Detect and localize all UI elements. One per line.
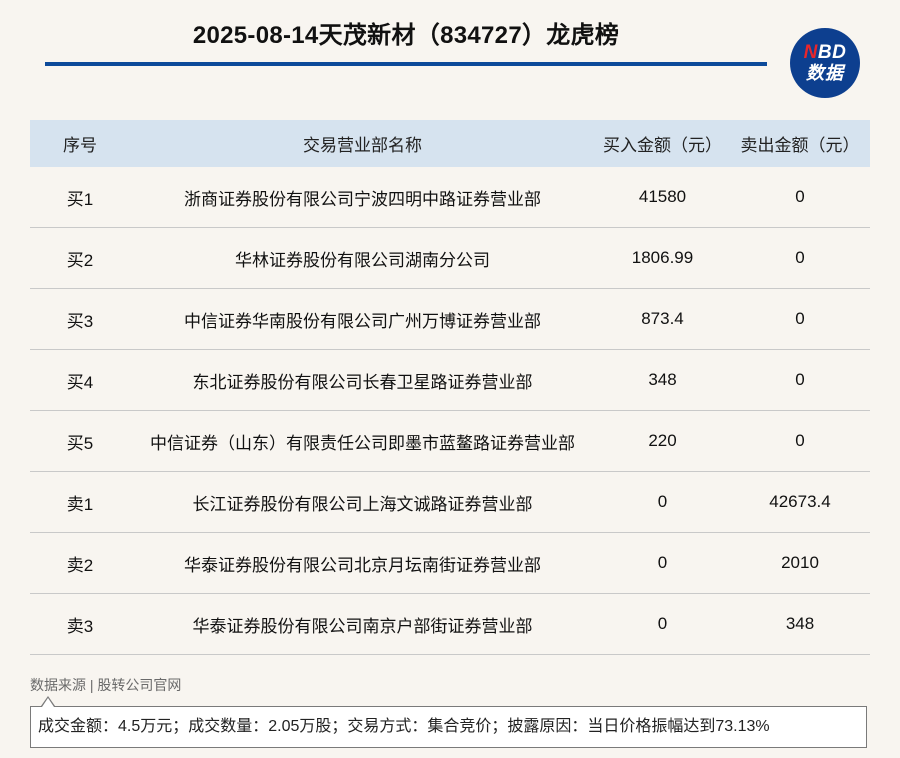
table-row: 卖2 华泰证券股份有限公司北京月坛南街证券营业部 0 2010 bbox=[30, 532, 870, 594]
data-source-caption: 数据来源 | 股转公司官网 bbox=[30, 677, 182, 693]
row-buy-amount: 0 bbox=[595, 532, 730, 594]
row-branch-name: 东北证券股份有限公司长春卫星路证券营业部 bbox=[130, 349, 595, 411]
row-buy-amount: 0 bbox=[595, 471, 730, 533]
logo-line-1: NBD bbox=[804, 43, 847, 63]
row-sell-amount: 0 bbox=[730, 349, 870, 411]
row-branch-name: 浙商证券股份有限公司宁波四明中路证券营业部 bbox=[130, 167, 595, 228]
row-sell-amount: 2010 bbox=[730, 532, 870, 594]
row-index: 卖3 bbox=[30, 593, 130, 655]
logo-line-2: 数据 bbox=[806, 63, 844, 83]
row-index: 卖2 bbox=[30, 532, 130, 594]
table-row: 买4 东北证券股份有限公司长春卫星路证券营业部 348 0 bbox=[30, 349, 870, 411]
row-branch-name: 中信证券华南股份有限公司广州万博证券营业部 bbox=[130, 288, 595, 350]
logo-accent-letter: N bbox=[803, 42, 818, 63]
row-branch-name: 中信证券（山东）有限责任公司即墨市蓝鳌路证券营业部 bbox=[130, 410, 595, 472]
header-branch-name: 交易营业部名称 bbox=[130, 120, 595, 167]
row-branch-name: 华林证券股份有限公司湖南分公司 bbox=[130, 227, 595, 289]
row-sell-amount: 42673.4 bbox=[730, 471, 870, 533]
trade-summary-box: 成交金额：4.5万元；成交数量：2.05万股；交易方式：集合竞价；披露原因：当日… bbox=[30, 706, 867, 748]
title-underline bbox=[45, 62, 767, 66]
row-buy-amount: 41580 bbox=[595, 167, 730, 228]
row-branch-name: 华泰证券股份有限公司北京月坛南街证券营业部 bbox=[130, 532, 595, 594]
row-buy-amount: 1806.99 bbox=[595, 227, 730, 289]
row-buy-amount: 220 bbox=[595, 410, 730, 472]
header-buy-amount: 买入金额（元） bbox=[595, 120, 730, 167]
table-row: 买2 华林证券股份有限公司湖南分公司 1806.99 0 bbox=[30, 227, 870, 289]
row-index: 买4 bbox=[30, 349, 130, 411]
table-row: 买1 浙商证券股份有限公司宁波四明中路证券营业部 41580 0 bbox=[30, 167, 870, 228]
table-row: 买3 中信证券华南股份有限公司广州万博证券营业部 873.4 0 bbox=[30, 288, 870, 350]
row-buy-amount: 873.4 bbox=[595, 288, 730, 350]
row-index: 买5 bbox=[30, 410, 130, 472]
row-sell-amount: 348 bbox=[730, 593, 870, 655]
row-branch-name: 长江证券股份有限公司上海文诚路证券营业部 bbox=[130, 471, 595, 533]
row-index: 买1 bbox=[30, 167, 130, 228]
table-header-row: 序号 交易营业部名称 买入金额（元） 卖出金额（元） bbox=[30, 120, 870, 167]
table-row: 买5 中信证券（山东）有限责任公司即墨市蓝鳌路证券营业部 220 0 bbox=[30, 410, 870, 472]
row-sell-amount: 0 bbox=[730, 167, 870, 228]
row-index: 卖1 bbox=[30, 471, 130, 533]
row-sell-amount: 0 bbox=[730, 227, 870, 289]
row-branch-name: 华泰证券股份有限公司南京户部街证券营业部 bbox=[130, 593, 595, 655]
header-index: 序号 bbox=[30, 120, 130, 167]
callout-pointer-fill bbox=[42, 698, 54, 707]
header-sell-amount: 卖出金额（元） bbox=[730, 120, 870, 167]
logo-letters: BD bbox=[817, 42, 847, 63]
row-index: 买2 bbox=[30, 227, 130, 289]
row-sell-amount: 0 bbox=[730, 288, 870, 350]
row-buy-amount: 0 bbox=[595, 593, 730, 655]
nbd-logo: NBD 数据 bbox=[790, 28, 860, 98]
table-row: 卖3 华泰证券股份有限公司南京户部街证券营业部 0 348 bbox=[30, 593, 870, 655]
table-row: 卖1 长江证券股份有限公司上海文诚路证券营业部 0 42673.4 bbox=[30, 471, 870, 533]
page-title: 2025-08-14天茂新材（834727）龙虎榜 bbox=[192, 22, 620, 49]
row-sell-amount: 0 bbox=[730, 410, 870, 472]
dragon-tiger-table: 序号 交易营业部名称 买入金额（元） 卖出金额（元） 买1 浙商证券股份有限公司… bbox=[30, 120, 870, 655]
row-buy-amount: 348 bbox=[595, 349, 730, 411]
row-index: 买3 bbox=[30, 288, 130, 350]
